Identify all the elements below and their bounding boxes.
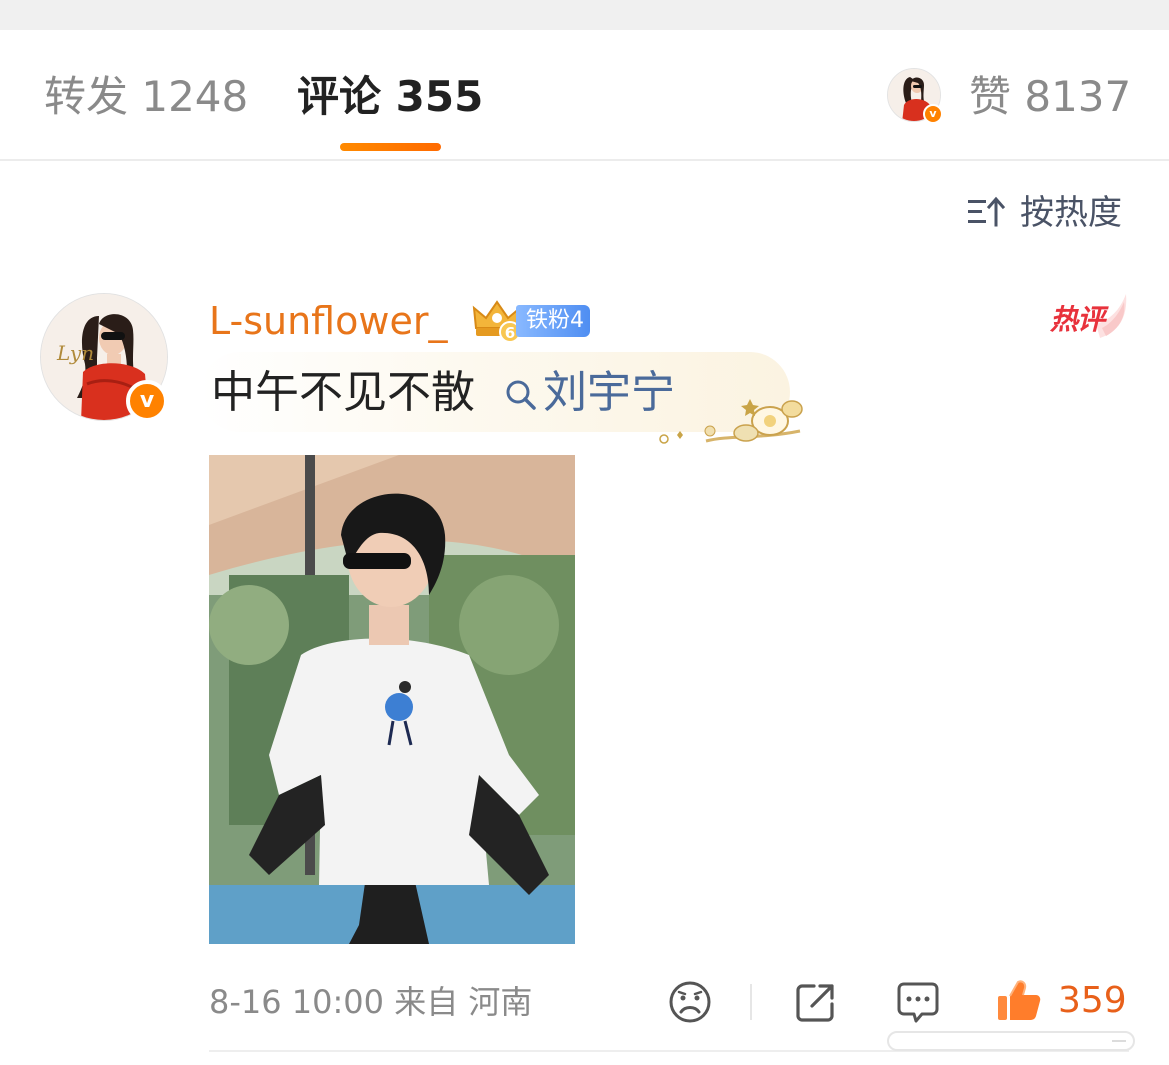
like-count: 359	[1058, 980, 1127, 1021]
tab-bar: 转发 1248 评论 355 v 赞 8137	[0, 30, 1169, 160]
decorative-bottom-frame	[887, 1031, 1135, 1051]
tab-comment[interactable]: 评论 355	[297, 72, 483, 122]
svg-text:Lyn: Lyn	[56, 341, 94, 365]
search-icon	[506, 380, 536, 410]
fan-level-badge: 铁粉4	[516, 305, 590, 337]
verified-v-icon: v	[923, 104, 943, 124]
verified-v-icon: v	[126, 380, 168, 422]
sad-face-icon[interactable]	[666, 978, 714, 1026]
topic-text: 刘宇宁	[543, 367, 675, 418]
tab-repost[interactable]: 转发 1248	[44, 72, 248, 122]
share-icon[interactable]	[792, 978, 840, 1026]
sort-label: 按热度	[1020, 193, 1122, 233]
commenter-username[interactable]: L-sunflower_	[209, 296, 447, 346]
top-status-strip	[0, 0, 1169, 30]
svg-text:6: 6	[505, 324, 515, 342]
sort-icon	[968, 196, 1006, 227]
header-divider	[0, 159, 1169, 161]
comment-meta: 8-16 10:00 来自 河南	[209, 983, 533, 1021]
comment-photo[interactable]	[209, 455, 575, 944]
active-tab-indicator	[340, 143, 441, 151]
comment-text: 中午不见不散	[211, 367, 475, 418]
likes-count-label: 赞 8137	[969, 72, 1132, 121]
thumbs-up-icon	[998, 980, 1041, 1020]
comment-bubble-icon[interactable]	[894, 978, 942, 1026]
hot-comment-label: 热评	[1050, 303, 1105, 336]
action-separator	[750, 984, 752, 1020]
